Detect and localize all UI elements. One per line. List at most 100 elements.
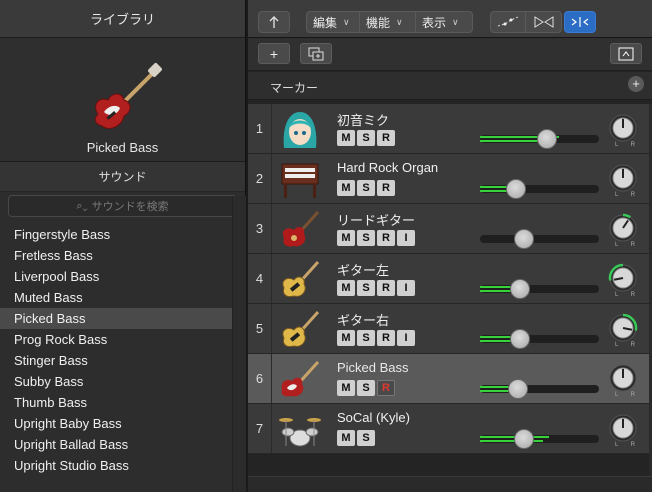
volume-fader[interactable] (480, 235, 599, 243)
view-menu[interactable]: 表示 ∨ (416, 12, 472, 32)
vocal-character-icon (278, 108, 322, 150)
record-enable-button[interactable]: R (377, 180, 395, 196)
mute-button[interactable]: M (337, 130, 355, 146)
track-row[interactable]: 1 初音ミク M S R L R (248, 104, 652, 154)
track-row[interactable]: 3 リードギター M S R I L R (248, 204, 652, 254)
fader-knob[interactable] (514, 429, 535, 449)
sound-list-item[interactable]: Fingerstyle Bass (0, 224, 232, 245)
track-number: 3 (248, 204, 272, 253)
solo-button[interactable]: S (357, 130, 375, 146)
fader-knob[interactable] (510, 329, 531, 349)
pan-right-label: R (630, 142, 635, 148)
sound-header: サウンド (0, 162, 245, 192)
sound-list-item[interactable]: Muted Bass (0, 287, 232, 308)
edit-menu[interactable]: 編集 ∨ (307, 12, 360, 32)
add-track-label: + (269, 45, 279, 62)
mute-button[interactable]: M (337, 230, 355, 246)
pan-knob[interactable] (608, 113, 638, 143)
track-number: 5 (248, 304, 272, 353)
bottom-bar (248, 476, 652, 492)
sound-list-item[interactable]: Upright Studio Bass (0, 455, 232, 476)
track-number: 4 (248, 254, 272, 303)
sound-list-item[interactable]: Upright Baby Bass (0, 413, 232, 434)
fader-knob[interactable] (514, 229, 535, 249)
record-enable-button[interactable]: R (377, 230, 395, 246)
track-number: 7 (248, 404, 272, 453)
input-monitor-button[interactable]: I (397, 330, 415, 346)
volume-fader[interactable] (480, 285, 599, 293)
add-track-button[interactable]: + (258, 43, 290, 64)
sound-list-item[interactable]: Picked Bass (0, 308, 232, 329)
mute-button[interactable]: M (337, 280, 355, 296)
volume-fader[interactable] (480, 385, 599, 393)
pan-knob[interactable] (608, 413, 638, 443)
catch-playhead-icon (571, 17, 589, 27)
solo-button[interactable]: S (357, 280, 375, 296)
catch-button[interactable] (564, 11, 596, 33)
record-enable-button[interactable]: R (377, 330, 395, 346)
track-row[interactable]: 7 SoCal (Kyle) M S L R (248, 404, 652, 454)
track-row[interactable]: 2 Hard Rock Organ M S R L R (248, 154, 652, 204)
mute-button[interactable]: M (337, 380, 355, 396)
sound-list-item[interactable]: Stinger Bass (0, 350, 232, 371)
pan-knob[interactable] (608, 213, 638, 243)
sound-list-item[interactable]: Upright Ballad Bass (0, 434, 232, 455)
solo-button[interactable]: S (357, 330, 375, 346)
track-number: 2 (248, 154, 272, 203)
track-name[interactable]: 初音ミク (337, 110, 389, 129)
mute-button[interactable]: M (337, 430, 355, 446)
input-monitor-button[interactable]: I (397, 280, 415, 296)
record-enable-button[interactable]: R (377, 130, 395, 146)
record-enable-button[interactable]: R (377, 380, 395, 396)
track-row[interactable]: 5 ギター右 M S R I L R (248, 304, 652, 354)
duplicate-track-button[interactable] (300, 43, 332, 64)
track-name[interactable]: Picked Bass (337, 360, 409, 375)
track-name[interactable]: SoCal (Kyle) (337, 410, 410, 425)
volume-fader[interactable] (480, 435, 599, 443)
sound-list-item[interactable]: Fretless Bass (0, 245, 232, 266)
pan-knob[interactable] (608, 363, 638, 393)
volume-fader[interactable] (480, 335, 599, 343)
automation-button[interactable] (491, 12, 526, 32)
track-row[interactable]: 4 ギター左 M S R I L R (248, 254, 652, 304)
back-arrow-button[interactable] (258, 11, 290, 33)
track-row[interactable]: 6 Picked Bass M S R L R (248, 354, 652, 404)
function-menu[interactable]: 機能 ∨ (360, 12, 416, 32)
sound-list-item[interactable]: Liverpool Bass (0, 266, 232, 287)
track-name[interactable]: ギター左 (337, 260, 389, 279)
global-tracks-button[interactable] (610, 43, 642, 64)
track-number: 6 (248, 354, 272, 403)
mute-button[interactable]: M (337, 330, 355, 346)
sound-list-item[interactable]: Subby Bass (0, 371, 232, 392)
library-scrollbar[interactable] (232, 196, 246, 492)
mute-button[interactable]: M (337, 180, 355, 196)
electric-guitar-icon (278, 208, 322, 250)
pan-lr-labels: LR (615, 142, 635, 148)
fader-knob[interactable] (510, 279, 531, 299)
solo-button[interactable]: S (357, 430, 375, 446)
sound-list-item[interactable]: Thumb Bass (0, 392, 232, 413)
solo-button[interactable]: S (357, 230, 375, 246)
pan-left-label: L (615, 342, 619, 348)
track-name[interactable]: リードギター (337, 210, 415, 229)
pan-left-label: L (615, 142, 619, 148)
pan-knob[interactable] (608, 263, 638, 293)
pan-right-label: R (630, 442, 635, 448)
record-enable-button[interactable]: R (377, 280, 395, 296)
fader-knob[interactable] (505, 179, 526, 199)
solo-button[interactable]: S (357, 380, 375, 396)
add-marker-button[interactable]: + (628, 76, 644, 92)
volume-fader[interactable] (480, 185, 599, 193)
pan-knob[interactable] (608, 163, 638, 193)
search-input[interactable]: ⌕⌄ サウンドを検索 (8, 195, 237, 217)
sound-list-item[interactable]: Prog Rock Bass (0, 329, 232, 350)
flex-button[interactable] (526, 12, 561, 32)
track-name[interactable]: Hard Rock Organ (337, 160, 438, 175)
pan-knob[interactable] (608, 313, 638, 343)
fader-knob[interactable] (536, 129, 557, 149)
input-monitor-button[interactable]: I (397, 230, 415, 246)
library-preview: Picked Bass (0, 38, 245, 162)
track-name[interactable]: ギター右 (337, 310, 389, 329)
solo-button[interactable]: S (357, 180, 375, 196)
fader-knob[interactable] (508, 379, 529, 399)
